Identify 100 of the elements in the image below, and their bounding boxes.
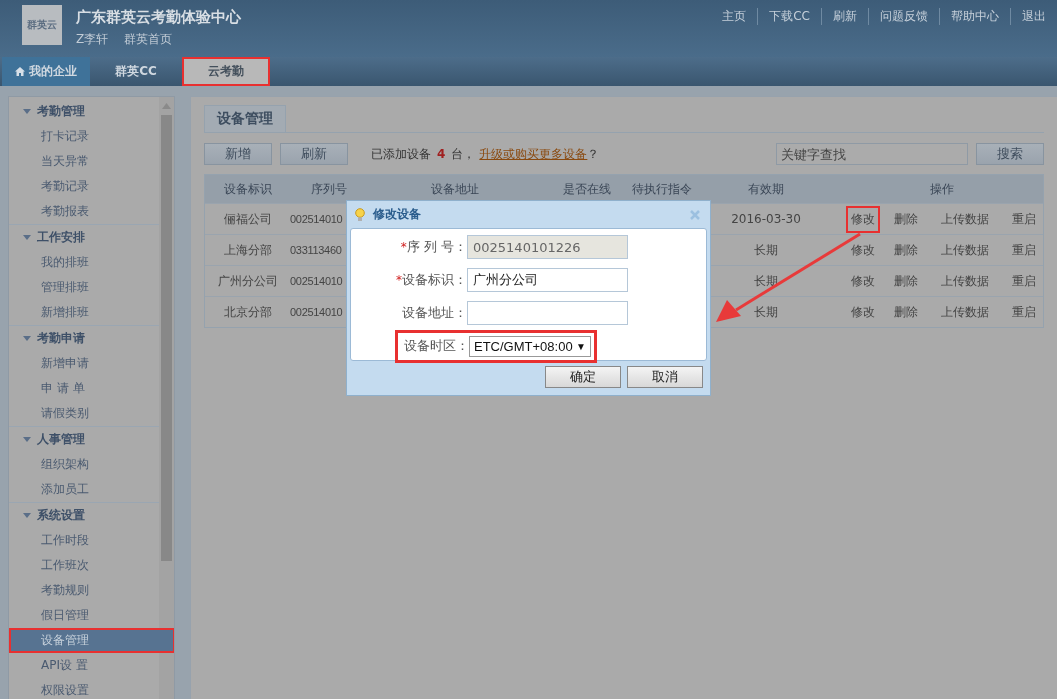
action-link[interactable]: 上传数据 bbox=[938, 207, 992, 231]
nav-tab[interactable]: 我的企业 bbox=[2, 57, 90, 86]
upgrade-link[interactable]: 升级或购买更多设备 bbox=[479, 146, 588, 161]
table-cell: 上海分部 bbox=[223, 241, 272, 259]
sidebar-item[interactable]: 假日管理 bbox=[9, 603, 159, 628]
search-field[interactable]: 关键字查找 bbox=[776, 143, 968, 165]
sidebar-item[interactable]: 考勤报表 bbox=[9, 199, 159, 224]
lightbulb-icon bbox=[355, 207, 365, 222]
caret-icon bbox=[23, 513, 31, 518]
sidebar-item[interactable]: 设备管理 bbox=[9, 628, 174, 653]
column-header: 待执行指令 bbox=[632, 180, 692, 198]
device-count-text: 已添加设备 4 台， 升级或购买更多设备？ bbox=[371, 145, 600, 163]
text-field[interactable]: 广州分公司 bbox=[467, 268, 628, 292]
scrollbar-thumb[interactable] bbox=[161, 115, 172, 561]
dialog-title: 修改设备 bbox=[373, 206, 421, 223]
top-link[interactable]: 刷新 bbox=[821, 8, 868, 25]
table-cell: 长期 bbox=[754, 303, 778, 321]
caret-icon bbox=[23, 109, 31, 114]
scroll-up-icon[interactable] bbox=[162, 103, 171, 109]
sidebar-item[interactable]: 请假类别 bbox=[9, 401, 159, 426]
group-header[interactable]: 系统设置 bbox=[9, 503, 159, 528]
sidebar-item[interactable]: 新增申请 bbox=[9, 351, 159, 376]
column-header: 有效期 bbox=[747, 180, 785, 198]
sidebar-item[interactable]: 考勤记录 bbox=[9, 174, 159, 199]
toolbar-button[interactable]: 刷新 bbox=[280, 143, 348, 165]
text-field[interactable] bbox=[467, 301, 628, 325]
column-header: 序列号 bbox=[310, 180, 348, 198]
group-header[interactable]: 人事管理 bbox=[9, 427, 159, 452]
sidebar-item[interactable]: 添加员工 bbox=[9, 477, 159, 502]
nav-tab[interactable]: 云考勤 bbox=[182, 57, 270, 86]
column-header: 操作 bbox=[928, 180, 955, 198]
nav-tab[interactable]: 群英CC bbox=[92, 57, 180, 86]
action-link[interactable]: 重启 bbox=[1008, 300, 1039, 324]
action-link[interactable]: 修改 bbox=[848, 207, 878, 231]
column-header: 是否在线 bbox=[562, 180, 612, 198]
top-link[interactable]: 下载CC bbox=[757, 8, 821, 25]
group-header[interactable]: 工作安排 bbox=[9, 225, 159, 250]
action-link[interactable]: 删除 bbox=[891, 300, 921, 324]
sidebar-item[interactable]: 考勤规则 bbox=[9, 578, 159, 603]
action-link[interactable]: 重启 bbox=[1008, 269, 1039, 293]
sidebar-item[interactable]: 申 请 单 bbox=[9, 376, 159, 401]
caret-icon bbox=[23, 235, 31, 240]
action-link[interactable]: 删除 bbox=[891, 238, 921, 262]
sidebar-item[interactable]: 打卡记录 bbox=[9, 124, 159, 149]
scrollbar[interactable] bbox=[159, 97, 174, 699]
field-label: *设备标识： bbox=[395, 271, 467, 289]
top-link[interactable]: 主页 bbox=[711, 8, 758, 25]
sidebar-item[interactable]: 组织架构 bbox=[9, 452, 159, 477]
sidebar-item[interactable]: API设 置 bbox=[9, 653, 159, 678]
sidebar-item[interactable]: 工作班次 bbox=[9, 553, 159, 578]
table-cell: 长期 bbox=[754, 241, 778, 259]
toolbar-button[interactable]: 新增 bbox=[204, 143, 272, 165]
dialog-button[interactable]: 确定 bbox=[545, 366, 621, 388]
top-link[interactable]: 退出 bbox=[1010, 8, 1057, 25]
column-header: 设备地址 bbox=[430, 180, 480, 198]
group-header[interactable]: 考勤管理 bbox=[9, 99, 159, 124]
table-cell: 北京分部 bbox=[223, 303, 272, 321]
table-cell: 广州分公司 bbox=[217, 272, 278, 290]
action-link[interactable]: 删除 bbox=[891, 207, 921, 231]
field-label: 设备地址： bbox=[401, 304, 467, 322]
action-link[interactable]: 上传数据 bbox=[938, 269, 992, 293]
action-link[interactable]: 上传数据 bbox=[938, 238, 992, 262]
search-button[interactable]: 搜索 bbox=[976, 143, 1044, 165]
table-cell: 长期 bbox=[754, 272, 778, 290]
table-cell: 033113460 bbox=[290, 244, 342, 256]
action-link[interactable]: 删除 bbox=[891, 269, 921, 293]
home-icon bbox=[15, 67, 25, 76]
action-link[interactable]: 上传数据 bbox=[938, 300, 992, 324]
sidebar-item[interactable]: 新增排班 bbox=[9, 300, 159, 325]
sidebar-item[interactable]: 我的排班 bbox=[9, 250, 159, 275]
dialog-button[interactable]: 取消 bbox=[627, 366, 703, 388]
action-link[interactable]: 修改 bbox=[848, 269, 878, 293]
caret-icon bbox=[23, 336, 31, 341]
top-link[interactable]: 问题反馈 bbox=[868, 8, 939, 25]
table-cell: 2016-03-30 bbox=[731, 212, 801, 226]
table-cell: 002514010 bbox=[290, 213, 343, 225]
column-header: 设备标识 bbox=[222, 180, 273, 198]
action-link[interactable]: 重启 bbox=[1008, 238, 1039, 262]
table-cell: 俪福公司 bbox=[223, 210, 272, 228]
field-label: *序 列 号： bbox=[399, 238, 467, 256]
sidebar-item[interactable]: 当天异常 bbox=[9, 149, 159, 174]
panel-title: 设备管理 bbox=[204, 105, 286, 132]
caret-icon bbox=[23, 437, 31, 442]
timezone-select[interactable]: ETC/GMT+08:00 ▼ bbox=[469, 335, 591, 357]
top-link[interactable]: 帮助中心 bbox=[939, 8, 1010, 25]
sidebar-item[interactable]: 权限设置 bbox=[9, 678, 159, 699]
table-cell: 002514010 bbox=[290, 306, 343, 318]
action-link[interactable]: 重启 bbox=[1008, 207, 1039, 231]
sidebar-item[interactable]: 管理排班 bbox=[9, 275, 159, 300]
close-icon bbox=[690, 209, 700, 220]
site-title: 广东群英云考勤体验中心 bbox=[76, 8, 241, 27]
action-link[interactable]: 修改 bbox=[848, 300, 878, 324]
action-link[interactable]: 修改 bbox=[848, 238, 878, 262]
table-cell: 002514010 bbox=[290, 275, 343, 287]
home-link[interactable]: 群英首页 bbox=[124, 31, 173, 48]
group-header[interactable]: 考勤申请 bbox=[9, 326, 159, 351]
sidebar-item[interactable]: 工作时段 bbox=[9, 528, 159, 553]
user-name: Z李轩 bbox=[76, 31, 109, 48]
field-label: 设备时区： bbox=[404, 337, 469, 355]
logo: 群英云 bbox=[22, 5, 62, 45]
